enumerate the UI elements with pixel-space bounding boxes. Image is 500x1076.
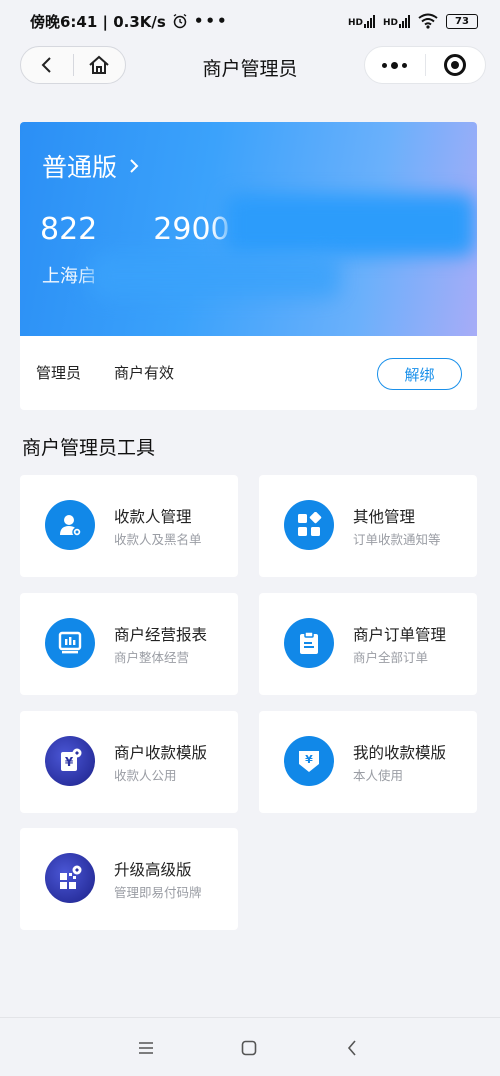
- tool-card-merchant-template[interactable]: ¥ 商户收款模版 收款人公用: [20, 711, 238, 813]
- tool-name: 商户订单管理: [353, 626, 447, 644]
- tool-name: 我的收款模版: [353, 744, 447, 762]
- battery-icon: 73: [446, 13, 478, 29]
- signal-1: HD: [348, 14, 375, 28]
- wifi-icon: [418, 13, 438, 29]
- my-template-icon: ¥: [284, 736, 334, 786]
- unbind-button[interactable]: 解绑: [377, 358, 462, 390]
- signal-2: HD: [383, 14, 410, 28]
- tool-desc: 商户整体经营: [114, 650, 190, 665]
- tool-card-order-management[interactable]: 商户订单管理 商户全部订单: [259, 593, 477, 695]
- tool-name: 升级高级版: [114, 861, 192, 879]
- privacy-blur: [90, 254, 340, 298]
- merchant-card: 普通版 822 2900 上海启 管理员 商户有效 解绑: [20, 122, 477, 410]
- tool-name: 收款人管理: [114, 508, 192, 526]
- merchant-id-part-1: 822: [40, 212, 98, 247]
- menu-button[interactable]: [134, 1036, 158, 1060]
- tool-card-my-template[interactable]: ¥ 我的收款模版 本人使用: [259, 711, 477, 813]
- target-icon: [444, 54, 467, 76]
- grid-icon: [284, 500, 334, 550]
- merchant-status: 商户有效: [114, 364, 175, 382]
- privacy-blur: [225, 194, 475, 256]
- merchant-template-icon: ¥: [45, 736, 95, 786]
- report-icon: [45, 618, 95, 668]
- merchant-name: 上海启: [42, 266, 96, 287]
- status-bar: 傍晚6:41 | 0.3K/s ••• HD HD 73: [0, 0, 500, 42]
- home-nav-button[interactable]: [237, 1036, 261, 1060]
- upgrade-icon: [45, 853, 95, 903]
- merchant-id: 822 2900: [40, 212, 230, 247]
- tool-desc: 商户全部订单: [353, 650, 429, 665]
- more-dots-icon: [382, 61, 408, 69]
- plan-link[interactable]: 普通版: [42, 148, 139, 184]
- tool-card-business-report[interactable]: 商户经营报表 商户整体经营: [20, 593, 238, 695]
- nav-right-capsule: [364, 46, 486, 84]
- signal-icon: [399, 14, 410, 28]
- back-nav-button[interactable]: [340, 1036, 364, 1060]
- back-nav-icon: [347, 1040, 356, 1056]
- payee-icon: [45, 500, 95, 550]
- tool-desc: 本人使用: [353, 768, 404, 783]
- tool-card-upgrade[interactable]: 升级高级版 管理即易付码牌: [20, 828, 238, 930]
- tool-name: 商户收款模版: [114, 744, 208, 762]
- clipboard-icon: [284, 618, 334, 668]
- merchant-id-part-2: 2900: [153, 212, 230, 247]
- close-miniprogram-button[interactable]: [425, 46, 485, 84]
- svg-text:¥: ¥: [305, 753, 313, 766]
- tool-card-other-management[interactable]: 其他管理 订单收款通知等: [259, 475, 477, 577]
- merchant-banner[interactable]: 普通版 822 2900 上海启: [20, 122, 477, 336]
- menu-icon: [139, 1042, 153, 1054]
- square-icon: [241, 1040, 257, 1056]
- section-title: 商户管理员工具: [22, 437, 156, 459]
- tool-desc: 收款人及黑名单: [114, 532, 202, 547]
- svg-text:¥: ¥: [65, 755, 74, 769]
- system-nav-bar: [0, 1017, 500, 1076]
- merchant-card-footer: 管理员 商户有效 解绑: [20, 336, 477, 410]
- alarm-icon: [173, 13, 187, 29]
- tool-desc: 收款人公用: [114, 768, 177, 783]
- tool-card-payee-management[interactable]: 收款人管理 收款人及黑名单: [20, 475, 238, 577]
- plan-name: 普通版: [42, 153, 118, 182]
- signal-icon: [363, 14, 375, 28]
- tool-desc: 订单收款通知等: [353, 532, 441, 547]
- status-time: 傍晚6:41 | 0.3K/s: [30, 12, 166, 31]
- tool-name: 商户经营报表: [114, 626, 208, 644]
- tool-name: 其他管理: [353, 508, 416, 526]
- more-button[interactable]: [365, 46, 425, 84]
- nav-bar: 商户管理员: [0, 44, 500, 88]
- role-label: 管理员: [36, 364, 82, 382]
- more-notifications-icon: •••: [193, 12, 229, 30]
- tool-desc: 管理即易付码牌: [114, 885, 202, 900]
- chevron-right-icon: [130, 159, 139, 173]
